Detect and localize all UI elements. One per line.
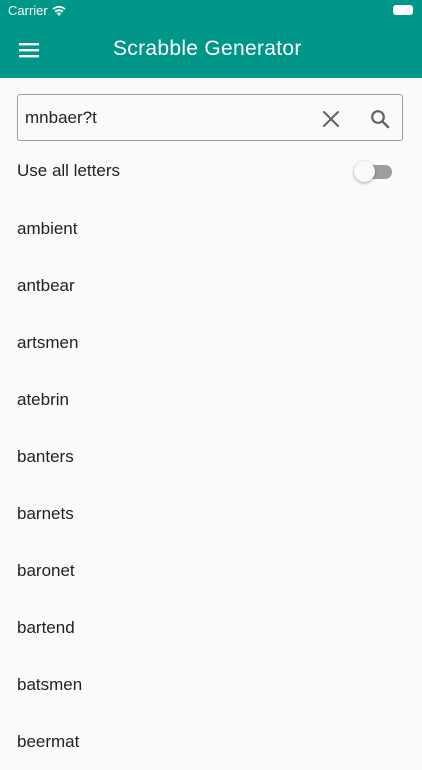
- wifi-icon: [52, 5, 66, 16]
- close-icon: [323, 111, 339, 127]
- word-list-item[interactable]: atebrin: [0, 371, 422, 428]
- toggle-thumb: [354, 161, 375, 182]
- word-list-item[interactable]: antbear: [0, 257, 422, 314]
- word-list-item[interactable]: barnets: [0, 485, 422, 542]
- word-list-item[interactable]: banters: [0, 428, 422, 485]
- word-results-list: ambient antbear artsmen atebrin banters …: [0, 200, 422, 770]
- hamburger-menu-icon: [19, 43, 39, 58]
- search-button[interactable]: [367, 106, 393, 132]
- search-icon: [371, 110, 390, 129]
- clear-button[interactable]: [318, 106, 344, 132]
- use-all-letters-toggle[interactable]: [354, 160, 394, 184]
- status-bar: Carrier: [0, 0, 422, 22]
- search-field[interactable]: [17, 94, 403, 141]
- word-list-item[interactable]: batsmen: [0, 656, 422, 713]
- app-title: Scrabble Generator: [113, 37, 302, 60]
- word-list-item[interactable]: bartend: [0, 599, 422, 656]
- use-all-letters-row: Use all letters: [0, 152, 422, 192]
- word-list-item[interactable]: ambient: [0, 200, 422, 257]
- word-list-item[interactable]: baronet: [0, 542, 422, 599]
- use-all-letters-label: Use all letters: [17, 161, 120, 180]
- menu-button[interactable]: [12, 36, 46, 64]
- word-list-item[interactable]: artsmen: [0, 314, 422, 371]
- search-input[interactable]: [25, 105, 305, 131]
- battery-icon: [393, 5, 413, 15]
- word-list-item[interactable]: beermat: [0, 713, 422, 770]
- app-bar: Carrier Scrabble Generator: [0, 0, 422, 78]
- carrier-label: Carrier: [8, 3, 48, 18]
